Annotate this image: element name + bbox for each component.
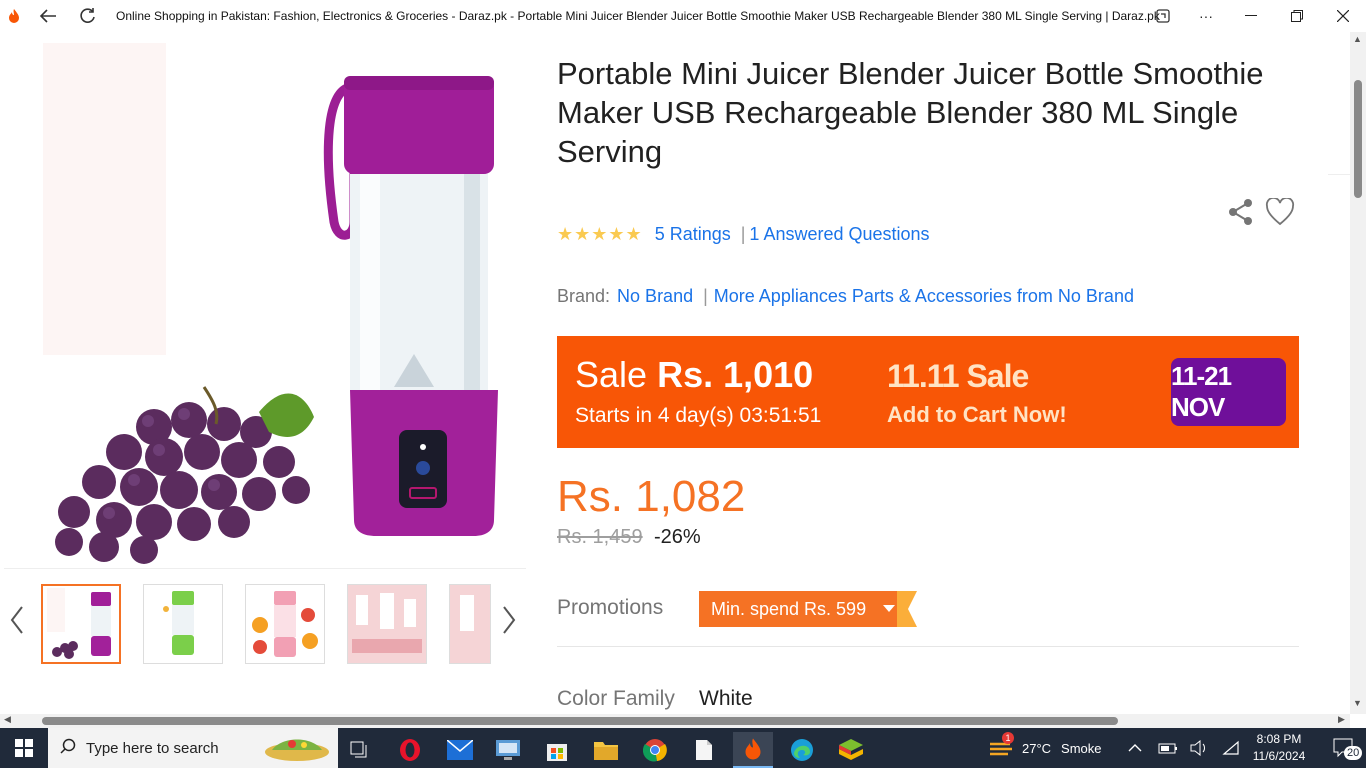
wishlist-heart-icon[interactable] [1265,196,1295,231]
weather-badge: 1 [1002,731,1014,744]
promotion-text: Min. spend Rs. 599 [699,591,899,627]
color-family-label: Color Family [557,687,675,710]
sale-price-line: Sale Rs. 1,010 [575,354,813,396]
notifications-icon[interactable]: 20 [1322,728,1366,768]
thumbnail-next-arrow-icon[interactable] [502,606,516,642]
answered-questions-link[interactable]: 1 Answered Questions [749,224,929,245]
edge-icon[interactable] [782,732,822,768]
clock-date: 11/6/2024 [1252,749,1306,763]
thumbnail-green-blender[interactable] [143,584,223,664]
back-button[interactable] [28,0,68,32]
weather-icon: 1 [988,731,1014,761]
sale-countdown: Starts in 4 day(s) 03:51:51 [575,404,822,427]
browser-titlebar: Online Shopping in Pakistan: Fashion, El… [0,0,1366,32]
thumbnail-pink-promo[interactable] [347,584,427,664]
brand-label: Brand: [557,286,611,306]
discount-percent: -26% [654,526,701,548]
weather-desc: Smoke [1061,740,1102,756]
flash-sale-banner[interactable]: Sale Rs. 1,010 Starts in 4 day(s) 03:51:… [557,336,1299,448]
thumbnail-purple-blender[interactable] [41,584,121,664]
scroll-up-arrow-icon[interactable]: ▲ [1353,34,1362,44]
dropdown-caret-icon [883,605,895,612]
rating-stars-icon: ★★★★★ [557,223,643,244]
separator: | [703,286,708,306]
scroll-right-arrow-icon[interactable]: ▶ [1338,714,1345,725]
product-gallery [4,32,526,714]
sidebar-divider [1328,174,1350,175]
sale-dates-badge: 11-21 NOV [1171,358,1286,426]
brand-link[interactable]: No Brand [617,286,693,307]
taskbar-search-box[interactable]: Type here to search [48,728,338,768]
sale-word: Sale [575,354,648,395]
close-button[interactable] [1320,0,1366,32]
window-title: Online Shopping in Pakistan: Fashion, El… [116,9,1160,23]
task-view-icon[interactable] [340,732,380,768]
daraz-taskbar-icon[interactable] [733,732,773,768]
mail-icon[interactable] [440,732,480,768]
thumbnail-prev-arrow-icon[interactable] [10,606,24,642]
windows-start-icon[interactable] [0,728,48,768]
opera-icon[interactable] [390,732,430,768]
horizontal-scrollbar[interactable]: ◀ ▶ [0,714,1350,728]
product-title: Portable Mini Juicer Blender Juicer Bott… [557,56,1264,169]
horizontal-scroll-thumb[interactable] [42,717,1118,725]
separator: | [740,223,746,244]
notifications-count: 20 [1344,746,1363,760]
weather-temp: 27°C [1022,740,1052,756]
file-explorer-icon[interactable] [586,732,626,768]
ratings-link[interactable]: 5 Ratings [655,224,731,245]
notepad-icon[interactable] [684,732,724,768]
scroll-left-arrow-icon[interactable]: ◀ [4,714,11,725]
windows-taskbar: Type here to search 1 27°C Smoke 8:08 PM… [0,728,1366,768]
restore-button[interactable] [1274,0,1320,32]
app-options-icon[interactable] [1140,0,1186,32]
promotions-label: Promotions [557,596,664,619]
original-price: Rs. 1,459 [557,526,643,548]
gallery-divider [4,568,526,569]
vertical-scrollbar[interactable]: ▲ ▼ [1350,32,1366,714]
bluestacks-icon[interactable] [831,732,871,768]
remote-desktop-icon[interactable] [488,732,528,768]
sale-event-title: 11.11 Sale [887,358,1029,394]
scroll-down-arrow-icon[interactable]: ▼ [1353,698,1362,708]
share-icon[interactable] [1227,198,1255,231]
promotion-ribbon-tail [897,591,917,627]
battery-icon[interactable] [1158,728,1178,768]
search-icon [60,738,76,758]
clock-time: 8:08 PM [1256,732,1302,746]
thumbnail-pink-promo-2[interactable] [449,584,491,664]
thumbnail-strip [4,584,526,664]
sale-cta-text: Add to Cart Now! [887,402,1067,427]
thumbnail-pink-blender[interactable] [245,584,325,664]
network-icon[interactable] [1222,728,1240,768]
color-family-value: White [699,687,753,710]
daraz-app-icon [0,0,28,32]
weather-widget[interactable]: 1 27°C Smoke [988,728,1102,768]
rating-row: ★★★★★ 5 Ratings | 1 Answered Questions [557,222,930,246]
volume-icon[interactable] [1190,728,1210,768]
chrome-icon[interactable] [635,732,675,768]
more-from-brand-link[interactable]: More Appliances Parts & Accessories from… [714,286,1134,307]
more-options-icon[interactable]: ··· [1183,0,1229,32]
promotion-badge[interactable]: Min. spend Rs. 599 [699,591,917,627]
microsoft-store-icon[interactable] [537,732,577,768]
main-product-image[interactable] [4,32,526,568]
refresh-button[interactable] [68,0,108,32]
vertical-scroll-thumb[interactable] [1354,80,1362,198]
minimize-button[interactable] [1228,0,1274,32]
brand-row: Brand: No Brand | More Appliances Parts … [557,286,1134,307]
sale-price: Rs. 1,010 [657,354,814,395]
search-highlight-icon [262,732,332,768]
product-page: Portable Mini Juicer Blender Juicer Bott… [0,32,1350,714]
section-divider [557,646,1299,647]
show-hidden-icons-icon[interactable] [1128,728,1142,768]
taskbar-clock[interactable]: 8:08 PM 11/6/2024 [1248,731,1310,765]
current-price: Rs. 1,082 [557,472,746,521]
blender-image [55,76,498,564]
search-placeholder: Type here to search [86,739,219,757]
